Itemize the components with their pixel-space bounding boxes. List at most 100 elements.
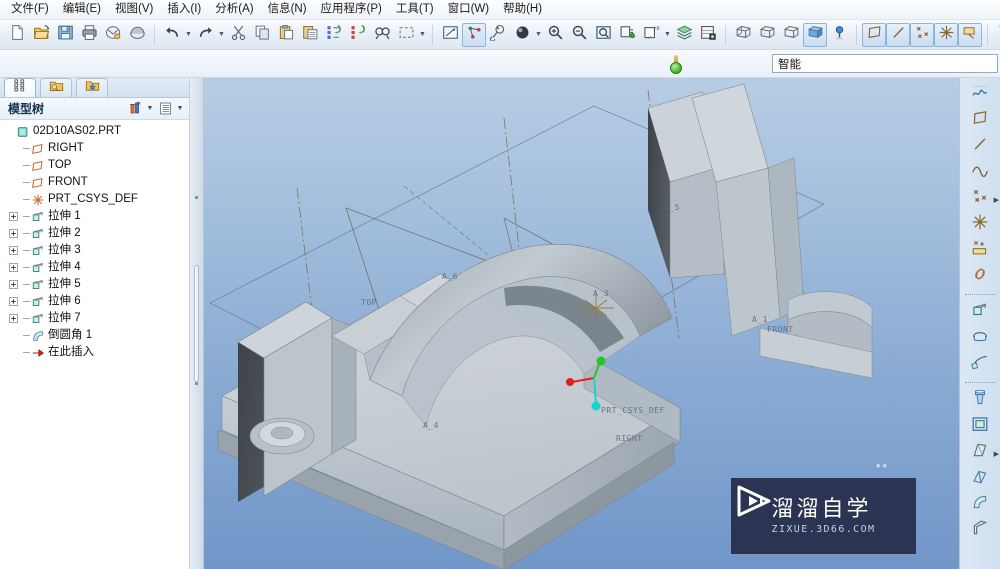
menu-applications[interactable]: 应用程序(P) xyxy=(314,0,389,19)
tree-filters-button[interactable] xyxy=(125,100,145,118)
tree-item-extrude-2[interactable]: 拉伸 2 xyxy=(4,225,187,242)
tree-item-front[interactable]: FRONT xyxy=(4,174,187,191)
tree-display-button[interactable] xyxy=(155,100,175,118)
rtool-reference[interactable] xyxy=(967,264,993,289)
rtool-draft[interactable]: ▶ xyxy=(967,440,999,465)
selection-filter-combo[interactable]: 智能 xyxy=(772,54,998,73)
toolbar-redo[interactable] xyxy=(193,23,217,47)
toolbar-help-cursor[interactable]: ? xyxy=(993,23,1000,47)
toolbar-cut[interactable] xyxy=(226,23,250,47)
menu-help[interactable]: 帮助(H) xyxy=(496,0,549,19)
toolbar-wireframe[interactable] xyxy=(731,23,755,47)
rtool-datum-point-dropdown-arrow[interactable]: ▶ xyxy=(994,196,999,204)
3d-viewport[interactable]: TOP A_6 A_5 A_3 A_1 FRONT PRT_CSYS_DEF RIGHT A_4… xyxy=(204,78,959,569)
toolbar-no-hidden[interactable] xyxy=(779,23,803,47)
toolbar-datum-point[interactable] xyxy=(910,22,934,47)
toolbar-shaded[interactable] xyxy=(803,22,827,47)
rtool-sketch[interactable] xyxy=(967,82,993,107)
rtool-datum-axis[interactable] xyxy=(967,134,993,159)
tree-expander-icon[interactable] xyxy=(8,208,19,225)
menu-file[interactable]: 文件(F) xyxy=(4,0,56,19)
toolbar-print[interactable] xyxy=(77,23,101,47)
toolbar-annotation-display[interactable] xyxy=(486,23,510,47)
tree-item-part-root[interactable]: 02D10AS02.PRT xyxy=(4,123,187,140)
tree-item-top[interactable]: TOP xyxy=(4,157,187,174)
splitter-grip[interactable] xyxy=(194,264,199,383)
tree-item-extrude-4[interactable]: 拉伸 4 xyxy=(4,259,187,276)
toolbar-undo-dropdown-arrow[interactable]: ▼ xyxy=(184,23,193,47)
toolbar-new[interactable] xyxy=(5,23,29,47)
toolbar-annotation[interactable] xyxy=(958,22,982,47)
menu-analysis[interactable]: 分析(A) xyxy=(208,0,260,19)
tree-expander-icon[interactable] xyxy=(8,259,19,276)
rtool-datum-csys[interactable] xyxy=(967,212,993,237)
tree-expander-icon[interactable] xyxy=(8,276,19,293)
toolbar-hidden-line[interactable] xyxy=(755,23,779,47)
toolbar-datum-display[interactable] xyxy=(462,22,486,47)
tree-item-extrude-6[interactable]: 拉伸 6 xyxy=(4,293,187,310)
tree-expander-icon[interactable] xyxy=(8,293,19,310)
tree-item-prt-csys-def[interactable]: PRT_CSYS_DEF xyxy=(4,191,187,208)
toolbar-find[interactable] xyxy=(370,23,394,47)
toolbar-render-style-dropdown-arrow[interactable]: ▼ xyxy=(534,23,543,47)
toolbar-datum-axis[interactable] xyxy=(886,22,910,47)
rtool-draft-dropdown-arrow[interactable]: ▶ xyxy=(994,450,999,458)
rtool-chamfer[interactable] xyxy=(967,518,993,543)
toolbar-datum-csys[interactable] xyxy=(934,22,958,47)
rtool-shell[interactable] xyxy=(967,414,993,439)
panel-splitter[interactable] xyxy=(190,78,204,569)
toolbar-quick-print[interactable] xyxy=(125,23,149,47)
tree-expander-icon[interactable] xyxy=(8,310,19,327)
tree-item-extrude-5[interactable]: 拉伸 5 xyxy=(4,276,187,293)
toolbar-save-view[interactable] xyxy=(696,23,720,47)
tree-item-extrude-3[interactable]: 拉伸 3 xyxy=(4,242,187,259)
rtool-analysis-point[interactable] xyxy=(967,238,993,263)
tree-filters-dropdown-arrow[interactable]: ▼ xyxy=(145,100,155,118)
toolbar-spotlight[interactable] xyxy=(827,23,851,47)
toolbar-paste[interactable] xyxy=(274,23,298,47)
tree-expander-icon[interactable] xyxy=(8,242,19,259)
toolbar-select-box-dropdown-arrow[interactable]: ▼ xyxy=(418,23,427,47)
tree-item-extrude-1[interactable]: 拉伸 1 xyxy=(4,208,187,225)
rtool-sweep[interactable] xyxy=(967,352,993,377)
menu-tools[interactable]: 工具(T) xyxy=(389,0,441,19)
rtool-round[interactable] xyxy=(967,492,993,517)
tab-model-tree[interactable] xyxy=(4,78,36,97)
tree-item-extrude-7[interactable]: 拉伸 7 xyxy=(4,310,187,327)
toolbar-regenerate[interactable] xyxy=(322,23,346,47)
rtool-hole[interactable] xyxy=(967,388,993,413)
toolbar-save[interactable] xyxy=(53,23,77,47)
toolbar-datum-plane[interactable] xyxy=(862,22,886,47)
tree-expander-icon[interactable] xyxy=(8,225,19,242)
toolbar-redo-dropdown-arrow[interactable]: ▼ xyxy=(217,23,226,47)
rtool-revolve[interactable] xyxy=(967,326,993,351)
menu-edit[interactable]: 编辑(E) xyxy=(56,0,108,19)
rtool-extrude[interactable] xyxy=(967,300,993,325)
rtool-datum-plane[interactable] xyxy=(967,108,993,133)
menu-window[interactable]: 窗口(W) xyxy=(441,0,497,19)
menu-info[interactable]: 信息(N) xyxy=(261,0,314,19)
tree-item-insert-here[interactable]: 在此插入 xyxy=(4,344,187,361)
toolbar-named-view[interactable] xyxy=(438,23,462,47)
tree-display-dropdown-arrow[interactable]: ▼ xyxy=(175,100,185,118)
rtool-datum-point[interactable]: ▶ xyxy=(967,186,999,211)
toolbar-open[interactable] xyxy=(29,23,53,47)
toolbar-render-style[interactable] xyxy=(510,23,534,47)
toolbar-orient-mode-dropdown-arrow[interactable]: ▼ xyxy=(663,23,672,47)
menu-insert[interactable]: 插入(I) xyxy=(160,0,208,19)
model-tree[interactable]: 02D10AS02.PRT RIGHT TOP FRONT PRT_CSYS_DEF 拉伸… xyxy=(0,120,189,569)
menu-view[interactable]: 视图(V) xyxy=(108,0,160,19)
toolbar-zoom-out[interactable] xyxy=(567,23,591,47)
tab-favorites[interactable] xyxy=(76,78,108,97)
toolbar-refit[interactable] xyxy=(591,23,615,47)
toolbar-repaint[interactable] xyxy=(615,23,639,47)
toolbar-undo[interactable] xyxy=(160,23,184,47)
tab-folder-browser[interactable] xyxy=(40,78,72,97)
toolbar-email[interactable] xyxy=(101,23,125,47)
toolbar-select-box[interactable] xyxy=(394,23,418,47)
toolbar-layers[interactable] xyxy=(672,23,696,47)
toolbar-orient-mode[interactable]: AB xyxy=(639,23,663,47)
tree-item-round-1[interactable]: 倒圆角 1 xyxy=(4,327,187,344)
toolbar-zoom-in[interactable] xyxy=(543,23,567,47)
toolbar-paste-special[interactable] xyxy=(298,23,322,47)
